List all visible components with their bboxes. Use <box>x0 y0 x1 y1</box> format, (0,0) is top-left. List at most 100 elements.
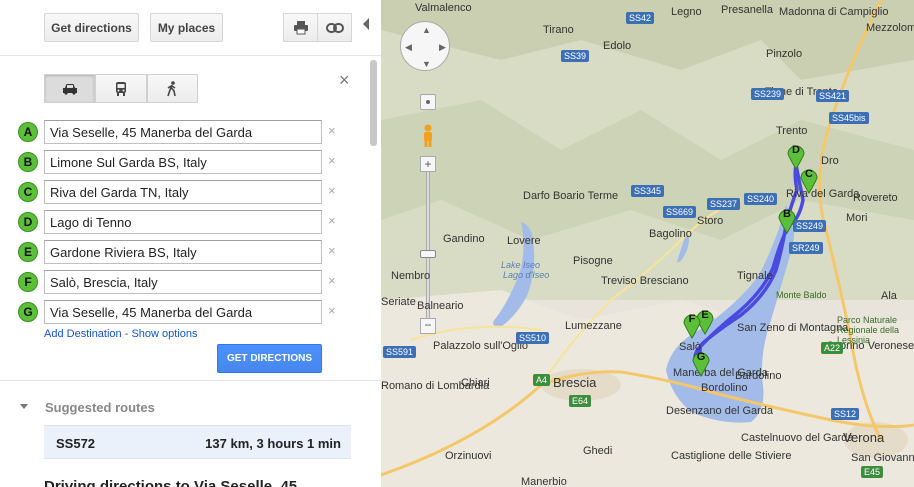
pegman-icon[interactable] <box>421 124 435 148</box>
map-place-label[interactable]: Mori <box>846 212 867 224</box>
route-links: Add Destination - Show options <box>44 328 198 340</box>
remove-waypoint-icon[interactable]: × <box>328 123 336 138</box>
remove-waypoint-icon[interactable]: × <box>328 243 336 258</box>
waypoint-marker-icon[interactable]: D <box>18 212 38 232</box>
my-places-button[interactable]: My places <box>150 13 223 42</box>
waypoint-marker-icon[interactable]: C <box>18 182 38 202</box>
remove-waypoint-icon[interactable]: × <box>328 183 336 198</box>
transit-icon <box>115 81 126 96</box>
map-place-label[interactable]: Castelnuovo del Garda <box>741 432 854 444</box>
map-place-label[interactable]: Pisogne <box>573 255 613 267</box>
route-marker-pin[interactable]: C <box>799 166 819 194</box>
walk-icon <box>167 80 177 96</box>
map-place-label[interactable]: Mezzolombardo <box>866 22 914 34</box>
map-place-label[interactable]: Castiglione delle Stiviere <box>671 450 791 462</box>
map-place-label[interactable]: Storo <box>697 215 723 227</box>
map-place-label[interactable]: Ghedi <box>583 445 612 457</box>
map-place-label[interactable]: Bordolino <box>701 382 747 394</box>
pan-left-icon[interactable]: ◀ <box>405 42 412 53</box>
map-place-label[interactable]: Lumezzane <box>565 320 622 332</box>
suggested-route-item[interactable]: SS572 137 km, 3 hours 1 min <box>44 425 351 459</box>
map-place-label[interactable]: Verona <box>843 430 884 445</box>
map-canvas[interactable]: ▲ ▼ ◀ ▶ + − Valmalenco Tirano Legno Presane… <box>381 0 914 487</box>
map-place-label[interactable]: Nembro <box>391 270 430 282</box>
add-destination-link[interactable]: Add Destination <box>44 328 122 340</box>
close-directions-icon[interactable]: × <box>339 70 350 91</box>
waypoint-input[interactable] <box>44 210 322 234</box>
waypoint-input[interactable] <box>44 150 322 174</box>
map-place-label[interactable]: Palazzolo sull'Oglio <box>433 340 528 352</box>
map-place-label[interactable]: Rovereto <box>853 192 898 204</box>
mode-walking-button[interactable] <box>146 74 198 103</box>
map-place-label[interactable]: Bagolino <box>649 228 692 240</box>
zoom-slider-track[interactable] <box>426 172 430 318</box>
waypoint-marker-icon[interactable]: E <box>18 242 38 262</box>
map-place-label[interactable]: Treviso Bresciano <box>601 275 689 287</box>
map-place-label[interactable]: Balneario <box>417 300 463 312</box>
directions-panel: Get directions My places × A×B×C×D×E×F×G… <box>0 0 381 487</box>
panel-scrollbar[interactable] <box>370 60 377 146</box>
waypoint-marker-icon[interactable]: F <box>18 272 38 292</box>
route-marker-pin[interactable]: D <box>786 142 806 170</box>
link-button[interactable] <box>317 13 352 42</box>
road-shield: SS510 <box>516 332 550 344</box>
show-options-link[interactable]: Show options <box>131 328 197 340</box>
map-place-label[interactable]: Legno <box>671 6 702 18</box>
map-place-label[interactable]: Tirano <box>543 24 574 36</box>
remove-waypoint-icon[interactable]: × <box>328 153 336 168</box>
zoom-out-button[interactable]: − <box>420 318 436 334</box>
mode-transit-button[interactable] <box>95 74 147 103</box>
map-place-label[interactable]: San Giovanni Lupatoto <box>851 452 914 464</box>
zoom-in-button[interactable]: + <box>420 156 436 172</box>
collapse-suggested-icon[interactable] <box>20 404 28 409</box>
center-map-button[interactable] <box>420 94 436 110</box>
map-place-label[interactable]: Madonna di Campiglio <box>779 6 888 18</box>
remove-waypoint-icon[interactable]: × <box>328 213 336 228</box>
waypoint-input[interactable] <box>44 240 322 264</box>
waypoint-input[interactable] <box>44 270 322 294</box>
map-place-label[interactable]: Darfo Boario Terme <box>523 190 618 202</box>
map-place-label[interactable]: Seriate <box>381 296 416 308</box>
map-place-label[interactable]: Ala <box>881 290 897 302</box>
get-directions-tab-button[interactable]: Get directions <box>44 13 139 42</box>
map-place-label[interactable]: Trento <box>776 125 807 137</box>
waypoint-marker-icon[interactable]: A <box>18 122 38 142</box>
map-place-label[interactable]: Romano di Lombardia <box>381 380 489 392</box>
waypoint-input[interactable] <box>44 120 322 144</box>
map-place-label[interactable]: Valmalenco <box>415 2 472 14</box>
get-directions-button[interactable]: GET DIRECTIONS <box>217 344 322 373</box>
map-place-label[interactable]: Manerbio <box>521 476 567 487</box>
remove-waypoint-icon[interactable]: × <box>328 273 336 288</box>
print-button[interactable] <box>283 13 318 42</box>
waypoint-marker-icon[interactable]: B <box>18 152 38 172</box>
map-place-label[interactable]: Lovere <box>507 235 541 247</box>
map-place-label[interactable]: Riva del Garda <box>786 188 859 200</box>
pan-down-icon[interactable]: ▼ <box>422 59 431 69</box>
collapse-panel-icon[interactable] <box>363 18 369 30</box>
route-marker-pin[interactable]: B <box>777 206 797 234</box>
pan-up-icon[interactable]: ▲ <box>422 25 431 35</box>
pan-right-icon[interactable]: ▶ <box>439 42 446 53</box>
map-place-label[interactable]: Pinzolo <box>766 48 802 60</box>
map-place-label[interactable]: Desenzano del Garda <box>666 405 773 417</box>
map-place-label[interactable]: Presanella <box>721 4 773 16</box>
map-place-label[interactable]: Brescia <box>553 375 596 390</box>
route-marker-letter: F <box>688 313 696 325</box>
map-place-label[interactable]: Edolo <box>603 40 631 52</box>
map-place-label[interactable]: San Zeno di Montagna <box>737 322 848 334</box>
waypoint-row: A× <box>18 120 348 146</box>
map-place-label[interactable]: Bardolino <box>735 370 781 382</box>
map-place-label[interactable]: Tignale <box>737 270 773 282</box>
route-marker-pin[interactable]: G <box>691 349 711 377</box>
remove-waypoint-icon[interactable]: × <box>328 303 336 318</box>
map-place-label[interactable]: Orzinuovi <box>445 450 491 462</box>
map-place-label[interactable]: Gandino <box>443 233 485 245</box>
waypoint-input[interactable] <box>44 300 322 324</box>
map-pan-control[interactable]: ▲ ▼ ◀ ▶ <box>400 21 450 71</box>
map-place-label[interactable]: Dro <box>821 155 839 167</box>
waypoint-input[interactable] <box>44 180 322 204</box>
mode-driving-button[interactable] <box>44 74 96 103</box>
zoom-slider-handle[interactable] <box>420 250 436 258</box>
waypoint-marker-icon[interactable]: G <box>18 302 38 322</box>
route-marker-pin[interactable]: F <box>682 311 702 339</box>
